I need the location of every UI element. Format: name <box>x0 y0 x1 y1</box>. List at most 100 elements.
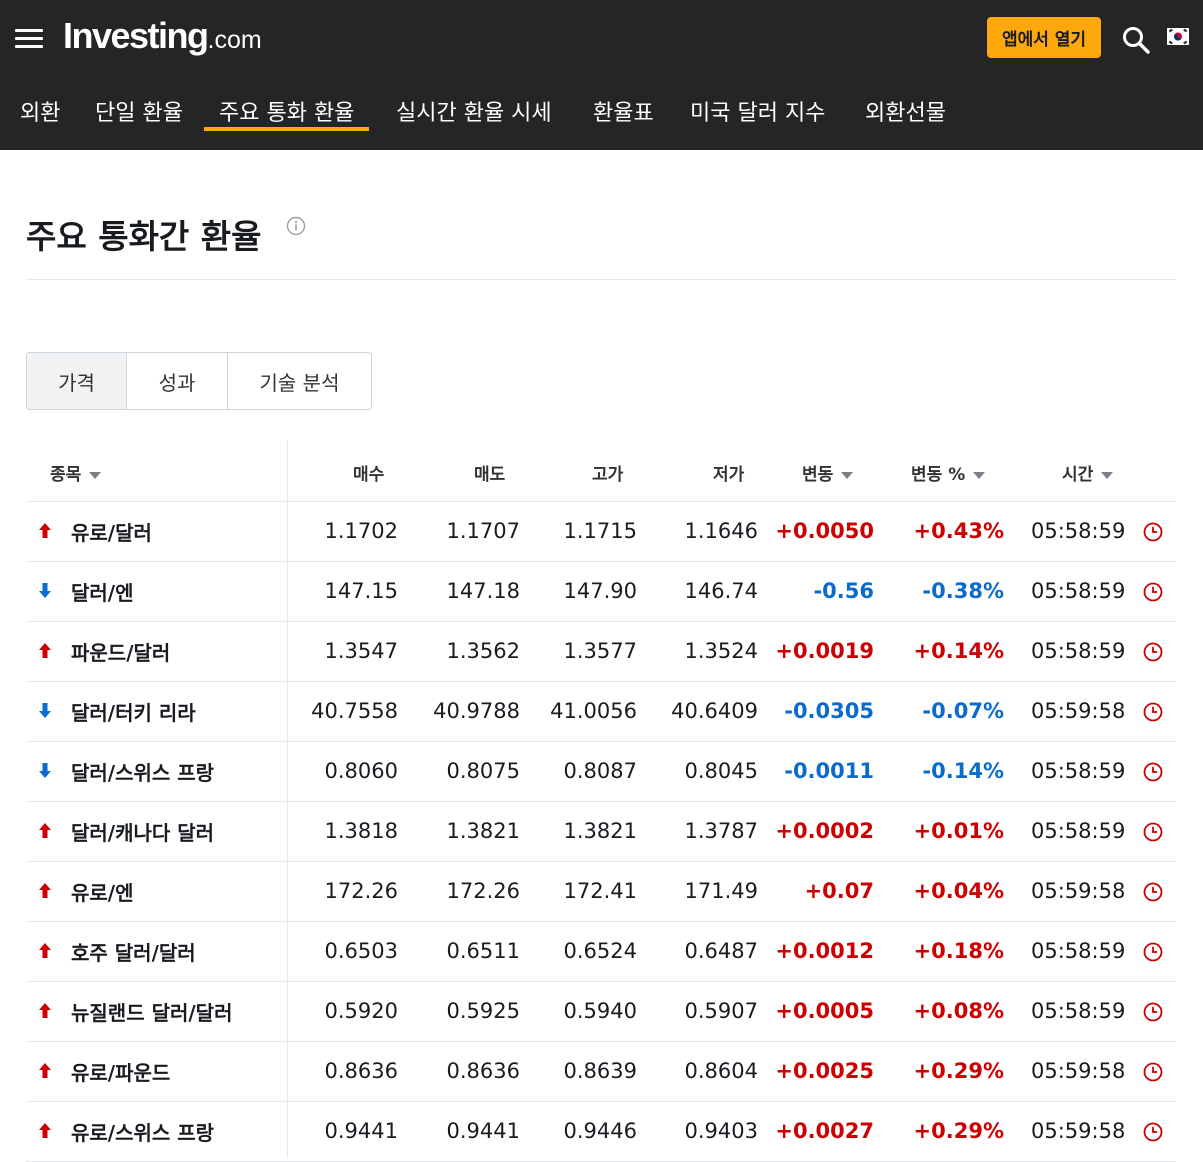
low-value: 0.8604 <box>684 1059 758 1083</box>
ask-value: 0.8075 <box>446 759 520 783</box>
hamburger-menu-icon[interactable] <box>15 29 43 49</box>
sort-caret-icon[interactable] <box>89 471 102 479</box>
col-header-name-label: 종목 <box>50 465 82 485</box>
col-header-high: 고가 <box>592 465 624 485</box>
ask-value: 0.9441 <box>446 1119 520 1143</box>
col-header-time[interactable]: 시간 <box>1062 460 1114 485</box>
change-pct-value: -0.38% <box>922 579 1004 603</box>
sort-caret-icon[interactable] <box>973 471 986 479</box>
ask-value: 1.3562 <box>446 639 520 663</box>
clock-icon[interactable] <box>1142 701 1164 723</box>
instrument-name[interactable]: 달러/캐나다 달러 <box>71 817 214 846</box>
instrument-name[interactable]: 유로/파운드 <box>71 1057 170 1086</box>
instrument-name[interactable]: 뉴질랜드 달러/달러 <box>71 997 232 1026</box>
clock-icon[interactable] <box>1142 941 1164 963</box>
table-header: 종목 매수 매도 고가 저가 변동 변동 % 시간 <box>26 440 1176 502</box>
ask-value: 40.9788 <box>433 699 520 723</box>
logo-main: Investing <box>63 15 209 56</box>
time-value: 05:59:58 <box>1031 1059 1126 1083</box>
change-value: +0.07 <box>804 879 874 903</box>
col-header-name[interactable]: 종목 <box>50 460 102 485</box>
tab-performance[interactable]: 성과 <box>127 353 228 409</box>
clock-icon[interactable] <box>1142 521 1164 543</box>
arrow-down-icon <box>39 583 51 598</box>
korea-flag-icon[interactable] <box>1167 28 1189 45</box>
high-value: 0.9446 <box>563 1119 637 1143</box>
time-value: 05:59:58 <box>1031 1119 1126 1143</box>
high-value: 0.6524 <box>563 939 637 963</box>
change-value: +0.0019 <box>775 639 874 663</box>
table-row: 달러/캐나다 달러 1.3818 1.3821 1.3821 1.3787 +0… <box>26 802 1176 862</box>
clock-icon[interactable] <box>1142 581 1164 603</box>
sort-caret-icon[interactable] <box>841 471 854 479</box>
time-value: 05:59:58 <box>1031 699 1126 723</box>
low-value: 171.49 <box>684 879 758 903</box>
nav-item-rate-table[interactable]: 환율표 <box>593 95 654 135</box>
nav-item-fx-futures[interactable]: 외환선물 <box>865 95 946 135</box>
nav-item-live-rates[interactable]: 실시간 환율 시세 <box>396 95 552 135</box>
tab-technical[interactable]: 기술 분석 <box>228 353 371 409</box>
arrow-up-icon <box>39 1123 51 1138</box>
search-icon[interactable] <box>1121 25 1151 55</box>
clock-icon[interactable] <box>1142 761 1164 783</box>
high-value: 0.8087 <box>563 759 637 783</box>
high-value: 1.3577 <box>563 639 637 663</box>
ask-value: 1.3821 <box>446 819 520 843</box>
low-value: 0.6487 <box>684 939 758 963</box>
instrument-name[interactable]: 파운드/달러 <box>71 637 170 666</box>
nav-item-usd-index[interactable]: 미국 달러 지수 <box>690 95 825 135</box>
arrow-up-icon <box>39 943 51 958</box>
ask-value: 172.26 <box>446 879 520 903</box>
instrument-name[interactable]: 달러/엔 <box>71 577 134 606</box>
change-pct-value: +0.18% <box>913 939 1004 963</box>
ask-value: 0.6511 <box>446 939 520 963</box>
instrument-name[interactable]: 유로/달러 <box>71 517 152 546</box>
change-value: +0.0025 <box>775 1059 874 1083</box>
arrow-up-icon <box>39 883 51 898</box>
table-row: 호주 달러/달러 0.6503 0.6511 0.6524 0.6487 +0.… <box>26 922 1176 982</box>
arrow-up-icon <box>39 823 51 838</box>
change-pct-value: +0.43% <box>913 519 1004 543</box>
change-value: +0.0002 <box>775 819 874 843</box>
high-value: 1.1715 <box>563 519 637 543</box>
low-value: 0.8045 <box>684 759 758 783</box>
arrow-up-icon <box>39 643 51 658</box>
low-value: 146.74 <box>684 579 758 603</box>
high-value: 0.8639 <box>563 1059 637 1083</box>
table-row: 유로/스위스 프랑 0.9441 0.9441 0.9446 0.9403 +0… <box>26 1102 1176 1162</box>
col-header-change[interactable]: 변동 <box>802 460 854 485</box>
change-pct-value: +0.29% <box>913 1059 1004 1083</box>
info-icon[interactable] <box>286 216 306 236</box>
clock-icon[interactable] <box>1142 641 1164 663</box>
sort-caret-icon[interactable] <box>1101 471 1114 479</box>
title-divider <box>26 279 1176 280</box>
change-pct-value: +0.04% <box>913 879 1004 903</box>
instrument-name[interactable]: 유로/스위스 프랑 <box>71 1117 214 1146</box>
change-pct-value: +0.29% <box>913 1119 1004 1143</box>
col-header-change-pct[interactable]: 변동 % <box>911 460 986 485</box>
clock-icon[interactable] <box>1142 1121 1164 1143</box>
change-pct-value: -0.14% <box>922 759 1004 783</box>
instrument-name[interactable]: 유로/엔 <box>71 877 134 906</box>
instrument-name[interactable]: 달러/터키 리라 <box>71 697 196 726</box>
clock-icon[interactable] <box>1142 1001 1164 1023</box>
low-value: 0.5907 <box>684 999 758 1023</box>
bid-value: 172.26 <box>324 879 398 903</box>
clock-icon[interactable] <box>1142 881 1164 903</box>
page-title: 주요 통화간 환율 <box>26 217 262 256</box>
nav-item-major-rates[interactable]: 주요 통화 환율 <box>204 95 370 135</box>
bid-value: 0.5920 <box>324 999 398 1023</box>
change-pct-value: -0.07% <box>922 699 1004 723</box>
change-value: -0.56 <box>813 579 874 603</box>
clock-icon[interactable] <box>1142 821 1164 843</box>
site-logo[interactable]: Investing.com <box>63 15 262 57</box>
low-value: 0.9403 <box>684 1119 758 1143</box>
clock-icon[interactable] <box>1142 1061 1164 1083</box>
instrument-name[interactable]: 달러/스위스 프랑 <box>71 757 214 786</box>
instrument-name[interactable]: 호주 달러/달러 <box>71 937 196 966</box>
high-value: 0.5940 <box>563 999 637 1023</box>
tab-price[interactable]: 가격 <box>27 353 127 409</box>
nav-item-single-rate[interactable]: 단일 환율 <box>95 95 183 135</box>
open-in-app-button[interactable]: 앱에서 열기 <box>987 17 1101 58</box>
nav-item-forex[interactable]: 외환 <box>20 95 60 135</box>
